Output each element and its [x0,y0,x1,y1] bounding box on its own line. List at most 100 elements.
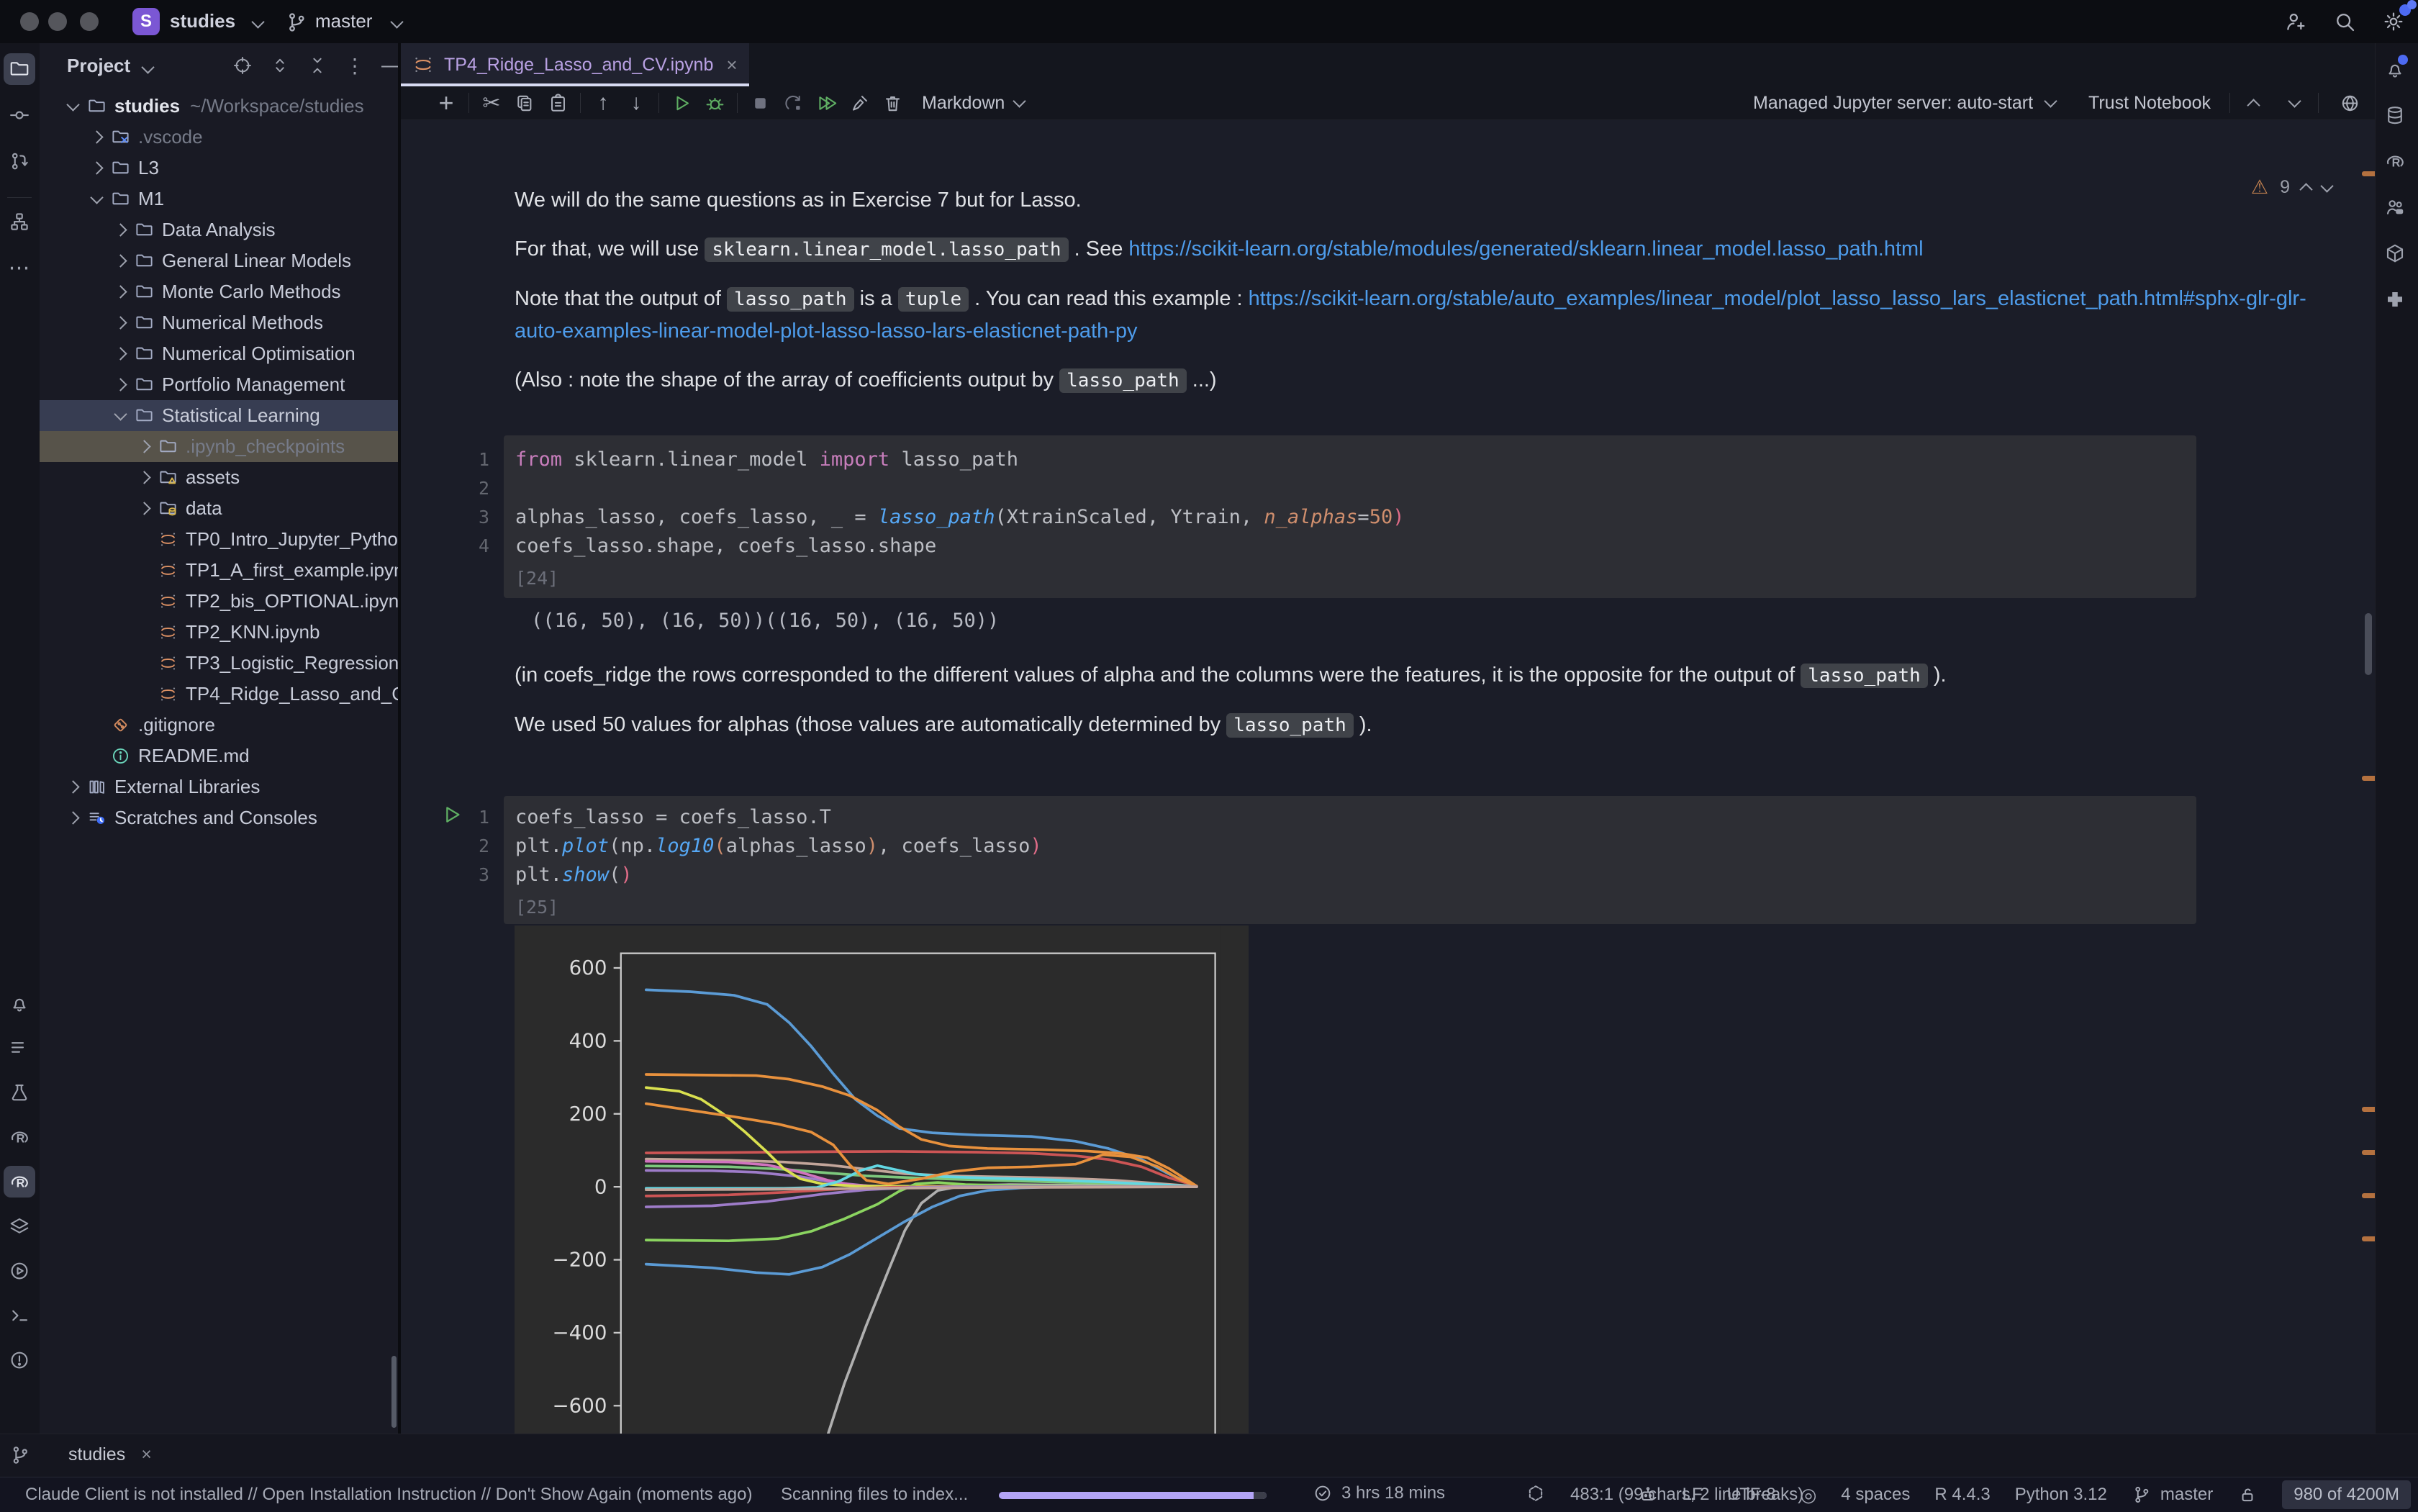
run-cell-button[interactable] [665,89,698,117]
git-branch-widget[interactable]: master [2132,1485,2213,1505]
project-switcher[interactable]: studies [170,10,235,32]
code-line[interactable]: from sklearn.linear_model import lasso_p… [515,445,2196,474]
build-tool-button[interactable] [4,1077,35,1108]
copy-cell-button[interactable] [508,89,541,117]
tree-item[interactable]: TP2_bis_OPTIONAL.ipynb [40,586,398,617]
r-plugin-button[interactable]: R [2379,145,2411,177]
tree-item[interactable]: .ipynb_checkpoints [40,431,398,462]
debug-cell-button[interactable] [698,89,731,117]
restart-kernel-button[interactable] [776,89,810,117]
code-cell-1[interactable]: from sklearn.linear_model import lasso_p… [504,435,2196,598]
chevron-right-icon[interactable] [109,380,132,389]
chevron-down-icon[interactable] [109,412,132,419]
next-warning-button[interactable] [2320,179,2333,192]
tree-item[interactable]: studies~/Workspace/studies [40,91,398,122]
notifications-button[interactable] [2379,53,2411,85]
chevron-right-icon[interactable] [109,318,132,327]
hide-panel-button[interactable]: — [382,55,398,76]
ai-assistant-icon[interactable] [1638,1485,1658,1505]
stop-kernel-button[interactable] [743,89,776,117]
code-line[interactable]: coefs_lasso = coefs_lasso.T [515,803,2196,832]
status-message[interactable]: Claude Client is not installed // Open I… [25,1485,752,1505]
window-close-button[interactable] [20,12,39,31]
tree-item[interactable]: .gitignore [40,710,398,741]
trust-notebook-button[interactable]: Trust Notebook [2088,93,2211,114]
r-interpreter[interactable]: R 4.4.3 [1934,1485,1990,1505]
memory-indicator[interactable]: 980 of 4200M [2282,1480,2411,1509]
panel-scrollbar[interactable] [391,1356,397,1428]
notifications-tool-button[interactable] [4,987,35,1019]
chevron-right-icon[interactable] [61,813,85,823]
lock-icon[interactable] [2237,1485,2258,1505]
panel-title[interactable]: Project [67,55,130,77]
python-interpreter[interactable]: Python 3.12 [2015,1485,2107,1505]
chevron-right-icon[interactable] [109,287,132,296]
code-with-me-button[interactable] [2379,191,2411,223]
database-tool-button[interactable] [2379,99,2411,131]
window-zoom-button[interactable] [80,12,99,31]
chevron-right-icon[interactable] [109,349,132,358]
paste-cell-button[interactable] [541,89,574,117]
tree-item[interactable]: Numerical Optimisation [40,338,398,369]
tree-item[interactable]: TP0_Intro_Jupyter_Python.ipynb [40,524,398,555]
services-tool-button[interactable] [4,1255,35,1287]
chevron-right-icon[interactable] [132,473,156,482]
editor-scrollbar[interactable] [2365,613,2372,675]
markdown-cell[interactable]: We will do the same questions as in Exer… [515,184,2306,414]
tab-close-button[interactable]: × [726,54,737,76]
tree-item[interactable]: General Linear Models [40,245,398,276]
tree-item[interactable]: Portfolio Management [40,369,398,400]
chevron-right-icon[interactable] [85,163,109,173]
chevron-right-icon[interactable] [132,442,156,451]
tree-item[interactable]: TP2_KNN.ipynb [40,617,398,648]
file-encoding[interactable]: UTF-8 [1727,1485,1776,1505]
locate-file-button[interactable] [232,55,253,76]
chevron-right-icon[interactable] [109,225,132,235]
collapse-all-button[interactable] [307,55,327,76]
tree-item[interactable]: M1 [40,184,398,214]
hyperlink[interactable]: https://scikit-learn.org/stable/modules/… [1128,237,1923,261]
chevron-down-icon[interactable] [61,103,85,109]
jupyter-server-selector[interactable]: Managed Jupyter server: auto-start [1753,93,2033,114]
expand-all-button[interactable] [270,55,290,76]
tree-item[interactable]: assets [40,462,398,493]
move-cell-down-button[interactable]: ↓ [620,89,653,117]
project-tool-button[interactable] [4,53,35,85]
pull-requests-tool-button[interactable] [4,145,35,177]
prev-cell-button[interactable] [2247,99,2260,112]
branch-switcher[interactable]: master [315,10,372,32]
code-line[interactable]: coefs_lasso.shape, coefs_lasso.shape [515,532,2196,561]
add-user-button[interactable] [2284,10,2307,33]
globe-icon[interactable] [2337,89,2362,117]
commit-tool-button[interactable] [4,99,35,131]
time-tracked[interactable]: 3 hrs 18 mins [1341,1483,1445,1503]
cell-type-dropdown[interactable]: Markdown [922,93,1024,114]
tree-item[interactable]: L3 [40,153,398,184]
packages-tool-button[interactable] [2379,237,2411,269]
problems-tool-button[interactable] [4,1344,35,1376]
tree-item[interactable]: .vscode [40,122,398,153]
chevron-right-icon[interactable] [109,256,132,266]
add-cell-button[interactable]: + [430,89,463,117]
tree-item[interactable]: TP1_A_first_example.ipynb [40,555,398,586]
window-minimize-button[interactable] [48,12,67,31]
kernel-status-icon[interactable] [1526,1483,1546,1503]
code-line[interactable] [515,474,2196,503]
structure-tool-button[interactable] [4,206,35,237]
tree-item[interactable]: TP3_Logistic_Regression_and.ipynb [40,648,398,679]
tree-item[interactable]: Monte Carlo Methods [40,276,398,307]
chevron-right-icon[interactable] [132,504,156,513]
tree-item[interactable]: data [40,493,398,524]
next-cell-button[interactable] [2288,94,2301,107]
code-line[interactable]: plt.plot(np.log10(alphas_lasso), coefs_l… [515,832,2196,861]
tab-notebook[interactable]: TP4_Ridge_Lasso_and_CV.ipynb × [401,43,749,86]
tool-window-tab-studies[interactable]: studies × [68,1444,152,1465]
delete-cell-button[interactable] [876,89,909,117]
indent-style[interactable]: 4 spaces [1841,1485,1910,1505]
chevron-right-icon[interactable] [61,782,85,792]
version-control-tool-button[interactable] [9,1444,31,1466]
code-cell-2[interactable]: coefs_lasso = coefs_lasso.Tplt.plot(np.l… [504,796,2196,924]
code-line[interactable]: alphas_lasso, coefs_lasso, _ = lasso_pat… [515,503,2196,532]
clear-outputs-button[interactable] [843,89,876,117]
chevron-down-icon[interactable] [85,196,109,202]
